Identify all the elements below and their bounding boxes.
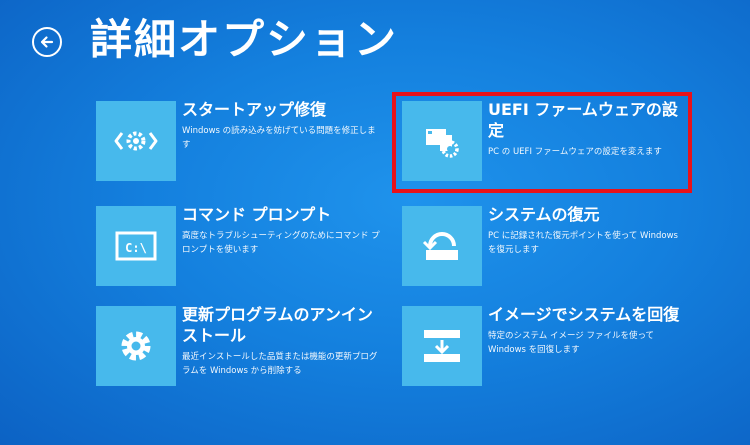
back-button[interactable] (32, 27, 62, 57)
option-tile: C:\ (96, 206, 176, 286)
selection-highlight-box (392, 92, 692, 193)
option-tile (402, 306, 482, 386)
system-image-recovery-icon (424, 330, 460, 362)
system-restore-icon (422, 232, 458, 260)
option-title: スタートアップ修復 (182, 100, 327, 119)
option-tile (96, 306, 176, 386)
command-prompt-icon: C:\ (115, 231, 157, 261)
option-tile (96, 101, 176, 181)
option-description: PC に記録された復元ポイントを使って Windows を復元します (488, 231, 678, 255)
option-command-prompt[interactable]: C:\ コマンド プロンプト 高度なトラブルシューティングのためにコマンド プロ… (96, 205, 382, 292)
option-description: 高度なトラブルシューティングのためにコマンド プロンプトを使います (182, 231, 380, 255)
page-title: 詳細オプション (90, 15, 399, 64)
option-uninstall-updates[interactable]: 更新プログラムのアンインストール 最近インストールした品質または機能の更新プログ… (96, 305, 382, 392)
option-title: イメージでシステムを回復 (488, 305, 680, 324)
back-arrow-icon (40, 36, 54, 48)
startup-repair-icon (114, 131, 158, 151)
option-system-image-recovery[interactable]: イメージでシステムを回復 特定のシステム イメージ ファイルを使って Windo… (402, 305, 688, 392)
option-title: システムの復元 (488, 205, 600, 224)
option-tile (402, 206, 482, 286)
svg-text:C:\: C:\ (125, 241, 147, 255)
option-startup-repair[interactable]: スタートアップ修復 Windows の読み込みを妨げている問題を修正します (96, 100, 382, 187)
option-description: 最近インストールした品質または機能の更新プログラムを Windows から削除す… (182, 352, 378, 376)
option-title: 更新プログラムのアンインストール (182, 305, 373, 345)
option-description: Windows の読み込みを妨げている問題を修正します (182, 126, 376, 150)
option-description: 特定のシステム イメージ ファイルを使って Windows を回復します (488, 331, 655, 355)
option-title: コマンド プロンプト (182, 205, 332, 224)
uninstall-updates-gear-icon (121, 331, 151, 361)
option-system-restore[interactable]: システムの復元 PC に記録された復元ポイントを使って Windows を復元し… (402, 205, 688, 292)
